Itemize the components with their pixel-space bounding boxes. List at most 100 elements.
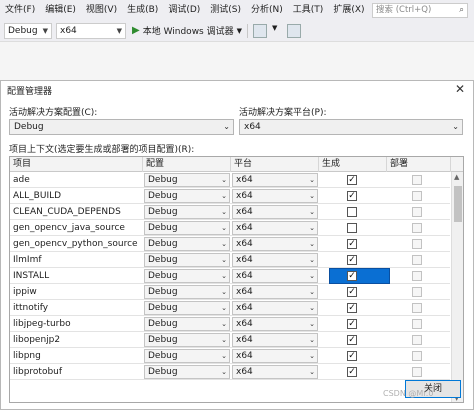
platform-combo[interactable]: x64 ⌄ bbox=[232, 285, 318, 299]
platform-combo[interactable]: x64 ⌄ bbox=[232, 365, 318, 379]
column-header-build[interactable]: 生成 bbox=[319, 157, 387, 172]
toolbar-window-icon[interactable] bbox=[287, 23, 301, 38]
table-row[interactable]: libjpeg-turbo Debug ⌄ x64 ⌄ ✓ bbox=[10, 316, 450, 332]
menu-item-4[interactable]: 调试(D) bbox=[163, 0, 205, 20]
scrollbar-thumb[interactable] bbox=[454, 186, 462, 222]
column-header-deploy[interactable]: 部署 bbox=[387, 157, 451, 172]
config-combo[interactable]: Debug ⌄ bbox=[144, 285, 230, 299]
chevron-down-icon: ⌄ bbox=[309, 288, 315, 296]
config-combo[interactable]: Debug ⌄ bbox=[144, 301, 230, 315]
dropdown-arrow-icon[interactable]: ▼ bbox=[272, 24, 282, 38]
deploy-checkbox bbox=[412, 367, 422, 377]
table-row[interactable]: INSTALL Debug ⌄ x64 ⌄ ✓ bbox=[10, 268, 450, 284]
platform-combo[interactable]: x64 ⌄ bbox=[232, 349, 318, 363]
active-config-dropdown[interactable]: Debug ⌄ bbox=[9, 119, 234, 135]
active-platform-dropdown[interactable]: x64 ⌄ bbox=[239, 119, 463, 135]
build-checkbox[interactable]: ✓ bbox=[347, 335, 357, 345]
table-row[interactable]: IlmImf Debug ⌄ x64 ⌄ ✓ bbox=[10, 252, 450, 268]
vertical-scrollbar[interactable]: ▲ ▼ bbox=[451, 172, 463, 402]
menu-item-1[interactable]: 编辑(E) bbox=[40, 0, 81, 20]
chevron-down-icon: ⌄ bbox=[221, 192, 227, 200]
table-row[interactable]: ippiw Debug ⌄ x64 ⌄ ✓ bbox=[10, 284, 450, 300]
chevron-down-icon: ⌄ bbox=[309, 224, 315, 232]
config-combo[interactable]: Debug ⌄ bbox=[144, 333, 230, 347]
menu-item-3[interactable]: 生成(B) bbox=[122, 0, 163, 20]
build-checkbox[interactable]: ✓ bbox=[347, 239, 357, 249]
menu-item-7[interactable]: 工具(T) bbox=[288, 0, 329, 20]
table-row[interactable]: gen_opencv_python_source Debug ⌄ x64 ⌄ ✓ bbox=[10, 236, 450, 252]
platform-combo[interactable]: x64 ⌄ bbox=[232, 253, 318, 267]
config-combo[interactable]: Debug ⌄ bbox=[144, 349, 230, 363]
build-checkbox[interactable] bbox=[347, 207, 357, 217]
config-combo[interactable]: Debug ⌄ bbox=[144, 317, 230, 331]
platform-combo-value: x64 bbox=[236, 367, 253, 377]
scroll-up-icon[interactable]: ▲ bbox=[454, 173, 459, 181]
config-combo[interactable]: Debug ⌄ bbox=[144, 173, 230, 187]
platform-combo[interactable]: x64 ⌄ bbox=[232, 237, 318, 251]
menu-item-2[interactable]: 视图(V) bbox=[81, 0, 122, 20]
config-combo[interactable]: Debug ⌄ bbox=[144, 253, 230, 267]
active-config-value: Debug bbox=[14, 122, 44, 132]
solution-config-value: Debug bbox=[8, 25, 38, 36]
platform-combo[interactable]: x64 ⌄ bbox=[232, 317, 318, 331]
menu-item-8[interactable]: 扩展(X) bbox=[328, 0, 369, 20]
config-combo[interactable]: Debug ⌄ bbox=[144, 269, 230, 283]
table-row[interactable]: ade Debug ⌄ x64 ⌄ ✓ bbox=[10, 172, 450, 188]
table-row[interactable]: ittnotify Debug ⌄ x64 ⌄ ✓ bbox=[10, 300, 450, 316]
config-combo-value: Debug bbox=[148, 239, 178, 249]
table-row[interactable]: libopenjp2 Debug ⌄ x64 ⌄ ✓ bbox=[10, 332, 450, 348]
config-combo[interactable]: Debug ⌄ bbox=[144, 205, 230, 219]
config-combo[interactable]: Debug ⌄ bbox=[144, 221, 230, 235]
platform-combo[interactable]: x64 ⌄ bbox=[232, 221, 318, 235]
close-icon[interactable]: ✕ bbox=[455, 82, 465, 96]
project-name: ippiw bbox=[13, 287, 37, 297]
watermark: CSDN @Mr.0 bbox=[383, 389, 434, 398]
build-checkbox[interactable]: ✓ bbox=[347, 255, 357, 265]
menu-item-5[interactable]: 测试(S) bbox=[205, 0, 246, 20]
config-combo[interactable]: Debug ⌄ bbox=[144, 365, 230, 379]
chevron-down-icon: ⌄ bbox=[221, 176, 227, 184]
config-combo-value: Debug bbox=[148, 303, 178, 313]
platform-combo-value: x64 bbox=[236, 351, 253, 361]
start-debugging-button[interactable]: ▶ 本地 Windows 调试器 ▼ bbox=[132, 24, 242, 37]
table-row[interactable]: gen_opencv_java_source Debug ⌄ x64 ⌄ bbox=[10, 220, 450, 236]
table-row[interactable]: CLEAN_CUDA_DEPENDS Debug ⌄ x64 ⌄ bbox=[10, 204, 450, 220]
platform-combo[interactable]: x64 ⌄ bbox=[232, 173, 318, 187]
build-checkbox[interactable]: ✓ bbox=[347, 271, 357, 281]
config-combo[interactable]: Debug ⌄ bbox=[144, 189, 230, 203]
build-checkbox[interactable]: ✓ bbox=[347, 367, 357, 377]
platform-combo[interactable]: x64 ⌄ bbox=[232, 333, 318, 347]
build-checkbox[interactable]: ✓ bbox=[347, 287, 357, 297]
config-combo-value: Debug bbox=[148, 335, 178, 345]
config-combo[interactable]: Debug ⌄ bbox=[144, 237, 230, 251]
platform-combo[interactable]: x64 ⌄ bbox=[232, 205, 318, 219]
column-header-platform[interactable]: 平台 bbox=[231, 157, 319, 172]
table-row[interactable]: libprotobuf Debug ⌄ x64 ⌄ ✓ bbox=[10, 364, 450, 380]
menu-item-0[interactable]: 文件(F) bbox=[0, 0, 40, 20]
platform-combo[interactable]: x64 ⌄ bbox=[232, 301, 318, 315]
solution-config-combo[interactable]: Debug ▼ bbox=[4, 22, 52, 39]
search-input[interactable]: 搜索 (Ctrl+Q) ⌕ bbox=[372, 3, 468, 18]
platform-combo[interactable]: x64 ⌄ bbox=[232, 269, 318, 283]
toolbar-tool-icon[interactable] bbox=[253, 23, 267, 38]
deploy-checkbox bbox=[412, 239, 422, 249]
build-checkbox[interactable]: ✓ bbox=[347, 303, 357, 313]
deploy-checkbox bbox=[412, 191, 422, 201]
build-checkbox[interactable]: ✓ bbox=[347, 351, 357, 361]
column-header-config[interactable]: 配置 bbox=[143, 157, 231, 172]
project-name: gen_opencv_python_source bbox=[13, 239, 138, 249]
table-row[interactable]: ALL_BUILD Debug ⌄ x64 ⌄ ✓ bbox=[10, 188, 450, 204]
column-header-project[interactable]: 项目 bbox=[10, 157, 143, 172]
start-debugging-label: 本地 Windows 调试器 bbox=[142, 27, 234, 37]
menu-item-6[interactable]: 分析(N) bbox=[246, 0, 288, 20]
deploy-checkbox bbox=[412, 303, 422, 313]
build-checkbox[interactable]: ✓ bbox=[347, 191, 357, 201]
platform-combo[interactable]: x64 ⌄ bbox=[232, 189, 318, 203]
build-checkbox[interactable]: ✓ bbox=[347, 319, 357, 329]
build-checkbox[interactable]: ✓ bbox=[347, 175, 357, 185]
build-checkbox[interactable] bbox=[347, 223, 357, 233]
dialog-titlebar: 配置管理器 ✕ bbox=[1, 81, 473, 97]
table-row[interactable]: libpng Debug ⌄ x64 ⌄ ✓ bbox=[10, 348, 450, 364]
config-combo-value: Debug bbox=[148, 319, 178, 329]
solution-platform-combo[interactable]: x64 ▼ bbox=[56, 22, 126, 39]
